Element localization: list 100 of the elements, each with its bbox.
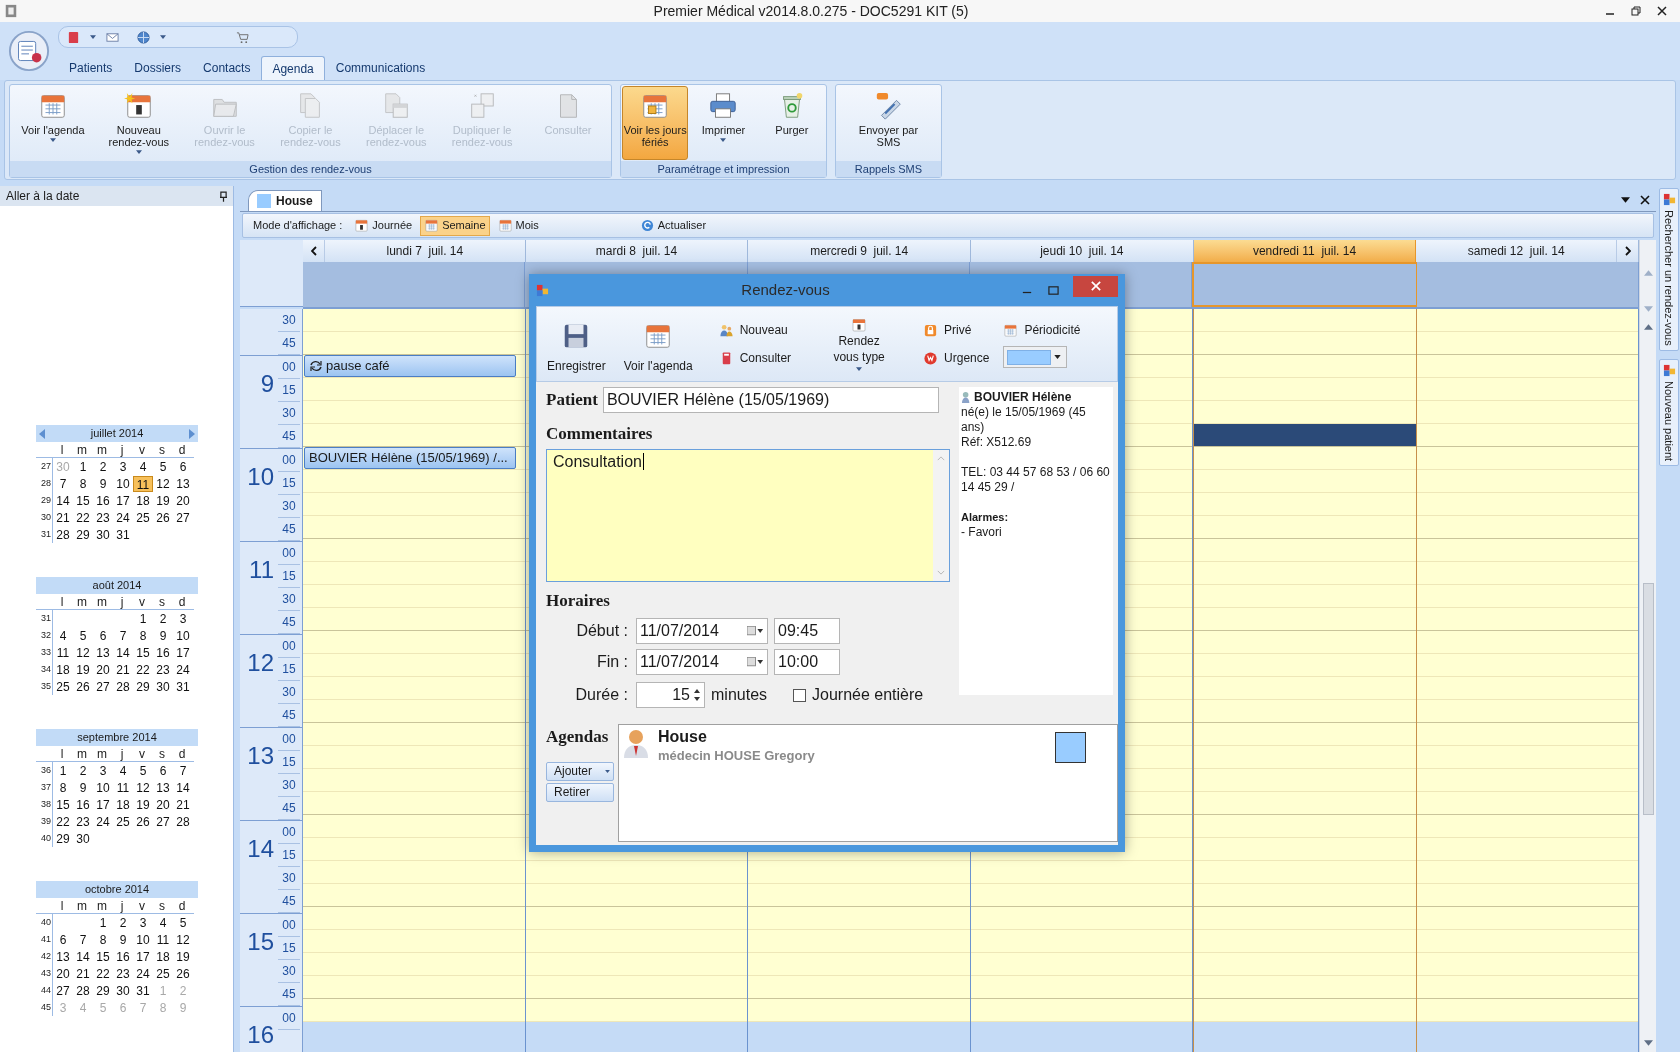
- calendar-day[interactable]: 21: [53, 509, 73, 526]
- calendar-day[interactable]: 31: [113, 526, 133, 543]
- ribbon-button[interactable]: Imprimer: [690, 86, 757, 160]
- calendar-day[interactable]: 22: [133, 661, 153, 678]
- calendar-day[interactable]: 29: [53, 830, 73, 847]
- view-mode-button[interactable]: Semaine: [420, 215, 490, 236]
- calendar-day[interactable]: 13: [93, 644, 113, 661]
- calendar-day[interactable]: 1: [73, 458, 93, 475]
- side-tab[interactable]: Nouveau patient: [1659, 358, 1679, 466]
- calendar-day[interactable]: 8: [73, 475, 93, 492]
- calendar-day[interactable]: 7: [53, 475, 73, 492]
- view-mode-button[interactable]: Journée: [350, 215, 417, 236]
- ribbon-button[interactable]: Purger: [758, 86, 825, 160]
- calendar-day[interactable]: 30: [113, 982, 133, 999]
- calendar-day[interactable]: 10: [93, 779, 113, 796]
- toolbar-button[interactable]: Rendez vous type: [827, 317, 892, 371]
- calendar-day[interactable]: 17: [133, 948, 153, 965]
- ribbon-button[interactable]: Nouveau rendez-vous: [105, 86, 172, 160]
- calendar-day[interactable]: 1: [93, 914, 113, 931]
- calendar-day[interactable]: 25: [153, 965, 173, 982]
- calendar-day[interactable]: 26: [133, 813, 153, 830]
- calendar-day[interactable]: 13: [173, 475, 193, 492]
- calendar-day[interactable]: 4: [113, 762, 133, 779]
- calendar-day[interactable]: 11: [133, 475, 153, 492]
- date-field[interactable]: 11/07/2014: [636, 649, 768, 675]
- agenda-button[interactable]: Retirer: [546, 782, 614, 802]
- calendar-day[interactable]: 7: [73, 931, 93, 948]
- calendar-day[interactable]: 27: [53, 982, 73, 999]
- calendar-day[interactable]: 23: [93, 509, 113, 526]
- calendar-day[interactable]: 5: [153, 458, 173, 475]
- calendar-day[interactable]: 15: [133, 644, 153, 661]
- toolbar-button[interactable]: Voir l'agenda: [621, 313, 695, 375]
- calendar-day[interactable]: 10: [133, 931, 153, 948]
- calendar-day[interactable]: 17: [173, 644, 193, 661]
- calendar-day[interactable]: 23: [113, 965, 133, 982]
- calendar-day[interactable]: 5: [73, 627, 93, 644]
- patient-field[interactable]: BOUVIER Hélène (15/05/1969): [602, 387, 939, 413]
- calendar-day[interactable]: 18: [133, 492, 153, 509]
- calendar-day[interactable]: 4: [133, 458, 153, 475]
- calendar-day[interactable]: 1: [133, 610, 153, 627]
- calendar-day[interactable]: 5: [133, 762, 153, 779]
- calendar-day[interactable]: 22: [93, 965, 113, 982]
- calendar-day[interactable]: 9: [113, 931, 133, 948]
- calendar-day[interactable]: 23: [73, 813, 93, 830]
- calendar-day[interactable]: 20: [153, 796, 173, 813]
- calendar-day[interactable]: 16: [113, 948, 133, 965]
- calendar-day[interactable]: 17: [93, 796, 113, 813]
- calendar-day[interactable]: 28: [173, 813, 193, 830]
- calendar-day[interactable]: 14: [53, 492, 73, 509]
- toolbar-button[interactable]: Urgence: [923, 348, 990, 368]
- calendar-day[interactable]: 2: [73, 762, 93, 779]
- calendar-day[interactable]: 25: [113, 813, 133, 830]
- calendar-day[interactable]: 11: [53, 644, 73, 661]
- time-field[interactable]: 09:45: [774, 618, 840, 644]
- calendar-day[interactable]: 28: [53, 526, 73, 543]
- duration-field[interactable]: 15: [636, 682, 705, 708]
- calendar-day[interactable]: 4: [153, 914, 173, 931]
- calendar-day[interactable]: 26: [73, 678, 93, 695]
- ribbon-tab[interactable]: Contacts: [192, 56, 262, 80]
- calendar-day[interactable]: 28: [113, 678, 133, 695]
- calendar-day[interactable]: 13: [153, 779, 173, 796]
- calendar-day[interactable]: 22: [73, 509, 93, 526]
- calendar-day[interactable]: 3: [93, 762, 113, 779]
- calendar-day[interactable]: 3: [113, 458, 133, 475]
- calendar-day[interactable]: 9: [153, 627, 173, 644]
- ribbon-tab[interactable]: Communications: [324, 56, 437, 80]
- calendar-day[interactable]: 1: [53, 762, 73, 779]
- calendar-day[interactable]: 9: [73, 779, 93, 796]
- toolbar-button[interactable]: Privé: [923, 320, 990, 340]
- calendar-day[interactable]: 24: [173, 661, 193, 678]
- calendar-day[interactable]: 21: [113, 661, 133, 678]
- calendar-day[interactable]: 24: [93, 813, 113, 830]
- calendar-day[interactable]: 19: [73, 661, 93, 678]
- calendar-day[interactable]: 13: [53, 948, 73, 965]
- ribbon-button[interactable]: Voir les jours fériés: [622, 86, 689, 160]
- calendar-day[interactable]: 11: [153, 931, 173, 948]
- calendar-day[interactable]: 8: [133, 627, 153, 644]
- calendar-day[interactable]: 14: [173, 779, 193, 796]
- agenda-button[interactable]: Ajouter: [546, 761, 614, 781]
- calendar-day[interactable]: 5: [173, 914, 193, 931]
- calendar-day[interactable]: 18: [53, 661, 73, 678]
- calendar-day[interactable]: 10: [173, 627, 193, 644]
- calendar-day[interactable]: 25: [53, 678, 73, 695]
- calendar-day[interactable]: 12: [133, 779, 153, 796]
- calendar-day[interactable]: 21: [73, 965, 93, 982]
- calendar-day[interactable]: 31: [133, 982, 153, 999]
- calendar-day[interactable]: 27: [93, 678, 113, 695]
- calendar-day[interactable]: 28: [73, 982, 93, 999]
- calendar-day[interactable]: 6: [53, 931, 73, 948]
- calendar-day[interactable]: 19: [133, 796, 153, 813]
- calendar-day[interactable]: 29: [73, 526, 93, 543]
- calendar-day[interactable]: 27: [173, 509, 193, 526]
- time-field[interactable]: 10:00: [774, 649, 840, 675]
- calendar-day[interactable]: 2: [153, 610, 173, 627]
- calendar-day[interactable]: 6: [153, 762, 173, 779]
- refresh-button[interactable]: Actualiser: [640, 217, 707, 234]
- calendar-day[interactable]: 11: [113, 779, 133, 796]
- calendar-day[interactable]: 19: [173, 948, 193, 965]
- toolbar-button[interactable]: Enregistrer: [545, 313, 608, 375]
- calendar-day[interactable]: 15: [53, 796, 73, 813]
